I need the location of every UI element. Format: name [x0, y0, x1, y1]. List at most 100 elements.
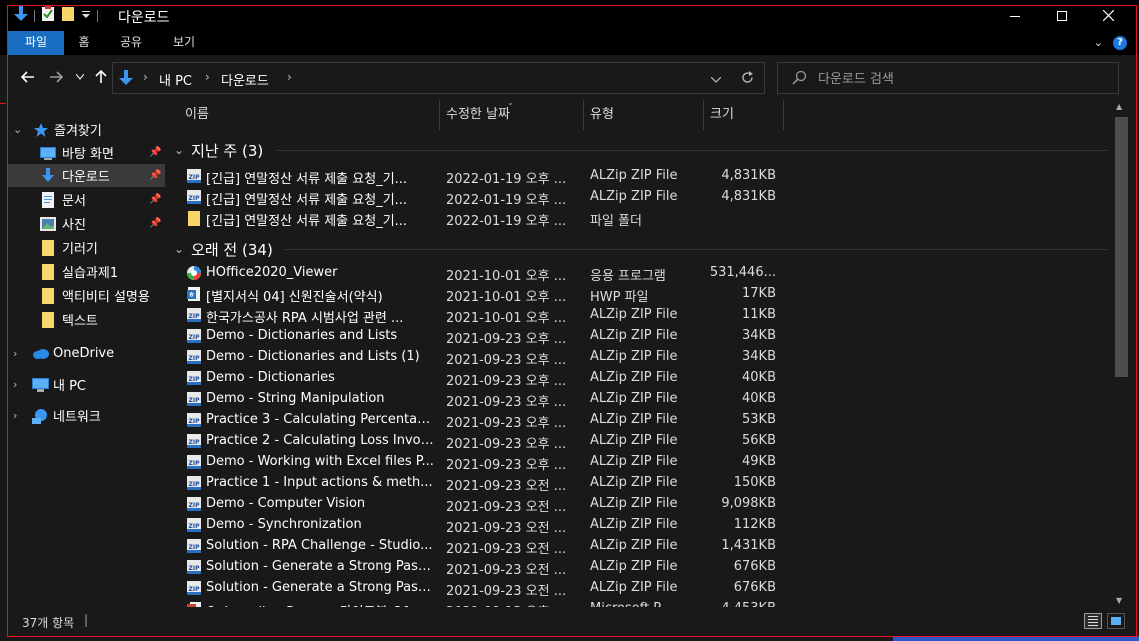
- table-row[interactable]: ZIP Demo - Dictionaries 2021-09-23 오후 ... A…: [186, 368, 786, 389]
- sidebar-item-folder[interactable]: 실습과제1: [8, 260, 165, 283]
- table-row[interactable]: ZIP Demo - String Manipulation 2021-09-23 …: [186, 389, 786, 410]
- large-icons-view-button[interactable]: [1107, 613, 1125, 629]
- expand-chevron-icon[interactable]: ›: [13, 347, 17, 360]
- properties-icon[interactable]: [41, 6, 55, 26]
- customize-toolbar-icon[interactable]: [81, 9, 91, 24]
- zip-file-icon: ZIP: [186, 580, 202, 596]
- pin-icon[interactable]: 📌: [149, 147, 161, 158]
- column-header-type[interactable]: 유형: [590, 100, 614, 130]
- table-row[interactable]: [긴급] 연말정산 서류 제출 요청_기... 2022-01-19 오후 ...…: [186, 208, 786, 229]
- column-header-size[interactable]: 크기: [710, 100, 734, 130]
- table-row[interactable]: ZIP [긴급] 연말정산 서류 제출 요청_기... 2022-01-19 오후 …: [186, 187, 786, 208]
- table-row[interactable]: ZIP Practice 1 - Input actions & meth... 2…: [186, 473, 786, 494]
- svg-text:ㅎ: ㅎ: [188, 291, 194, 299]
- recent-locations-icon[interactable]: [70, 67, 90, 87]
- sidebar-item-quick-access[interactable]: ⌄ 즐겨찾기: [8, 118, 165, 141]
- scroll-down-icon[interactable]: ▼: [1116, 596, 1122, 605]
- sidebar-item-network[interactable]: › 네트워크: [8, 404, 165, 427]
- table-row[interactable]: ZIP 한국가스공사 RPA 시범사업 관련 ... 2021-10-01 오후 .…: [186, 305, 786, 326]
- sidebar-item-onedrive[interactable]: › OneDrive: [8, 342, 165, 365]
- search-input[interactable]: [818, 69, 1108, 89]
- breadcrumb-chevron-icon[interactable]: ›: [205, 70, 210, 84]
- group-collapse-icon[interactable]: ⌄: [174, 143, 184, 157]
- tab-home[interactable]: 홈: [68, 31, 100, 55]
- new-folder-icon[interactable]: [61, 6, 75, 26]
- expand-chevron-icon[interactable]: ›: [13, 378, 17, 391]
- table-row[interactable]: ZIP Demo - Working with Excel files P... 2…: [186, 452, 786, 473]
- address-dropdown-icon[interactable]: [710, 73, 722, 88]
- group-header[interactable]: ⌄ 오래 전 (34): [174, 237, 273, 261]
- scroll-up-icon[interactable]: ▲: [1116, 102, 1122, 111]
- table-row[interactable]: ZIP Demo - Computer Vision 2021-09-23 오전 .…: [186, 494, 786, 515]
- up-button[interactable]: [91, 67, 111, 87]
- table-row[interactable]: POnboarding Process 가이드북_20...2021-09-13…: [186, 599, 786, 607]
- details-view-button[interactable]: [1084, 613, 1102, 629]
- expand-chevron-icon[interactable]: ›: [13, 409, 17, 422]
- pin-icon[interactable]: 📌: [149, 218, 161, 229]
- scrollbar-thumb[interactable]: [1115, 117, 1128, 377]
- file-type: ALZip ZIP File: [590, 328, 678, 343]
- expand-ribbon-icon[interactable]: ⌄: [1094, 36, 1103, 49]
- search-box[interactable]: [777, 62, 1119, 94]
- table-row[interactable]: ㅎ [별지서식 04] 신원진술서(약식) 2021-10-01 오후 ... HWP…: [186, 284, 786, 305]
- sidebar-item-pictures[interactable]: 사진 📌: [8, 212, 165, 235]
- tab-file[interactable]: 파일: [8, 31, 64, 55]
- table-row[interactable]: ZIP [긴급] 연말정산 서류 제출 요청_기... 2022-01-19 오후 …: [186, 166, 786, 187]
- table-row[interactable]: ZIP Solution - RPA Challenge - Studio... 2…: [186, 536, 786, 557]
- table-row[interactable]: ZIP Practice 3 - Calculating Percentag...…: [186, 410, 786, 431]
- column-divider[interactable]: [703, 100, 704, 130]
- file-type: ALZip ZIP File: [590, 391, 678, 406]
- back-button[interactable]: [18, 67, 38, 87]
- file-type: ALZip ZIP File: [590, 168, 678, 183]
- breadcrumb-chevron-icon[interactable]: ›: [143, 70, 148, 84]
- zip-file-icon: ZIP: [186, 475, 202, 491]
- refresh-icon[interactable]: [741, 71, 754, 88]
- tab-view[interactable]: 보기: [166, 31, 202, 55]
- maximize-button[interactable]: [1039, 0, 1085, 31]
- column-divider[interactable]: [583, 100, 584, 130]
- table-row[interactable]: ZIP Demo - Synchronization 2021-09-23 오전 .…: [186, 515, 786, 536]
- zip-file-icon: ZIP: [186, 496, 202, 512]
- file-size: 53KB: [742, 412, 776, 427]
- collapse-chevron-icon[interactable]: ⌄: [13, 123, 22, 136]
- sidebar-item-label: 실습과제1: [62, 266, 119, 281]
- breadcrumb-downloads[interactable]: 다운로드: [221, 70, 269, 89]
- sidebar-item-label: 사진: [62, 218, 86, 233]
- file-name: Demo - Dictionaries and Lists (1): [206, 349, 420, 364]
- column-divider[interactable]: [439, 100, 440, 130]
- column-header-name[interactable]: 이름: [185, 100, 209, 130]
- table-row[interactable]: ZIP Solution - Generate a Strong Pass... 2…: [186, 578, 786, 599]
- sidebar-item-folder[interactable]: 기러기: [8, 236, 165, 259]
- file-type: ALZip ZIP File: [590, 349, 678, 364]
- minimize-button[interactable]: [992, 0, 1038, 31]
- table-row[interactable]: HOffice2020_Viewer 2021-10-01 오후 ... 응용 프로…: [186, 263, 786, 284]
- svg-text:ZIP: ZIP: [189, 544, 201, 551]
- sidebar-item-this-pc[interactable]: › 내 PC: [8, 373, 165, 396]
- sidebar-item-documents[interactable]: 문서 📌: [8, 188, 165, 211]
- column-divider[interactable]: [783, 100, 784, 130]
- breadcrumb-this-pc[interactable]: 내 PC: [159, 70, 192, 89]
- sidebar-item-folder[interactable]: 액티비티 설명용: [8, 284, 165, 307]
- sidebar-item-label: 즐겨찾기: [54, 124, 102, 139]
- pin-icon[interactable]: 📌: [149, 170, 161, 181]
- group-collapse-icon[interactable]: ⌄: [174, 242, 184, 256]
- breadcrumb-chevron-icon[interactable]: ›: [287, 70, 292, 84]
- close-button[interactable]: [1085, 0, 1131, 31]
- sidebar-item-desktop[interactable]: 바탕 화면 📌: [8, 141, 165, 164]
- address-bar[interactable]: › 내 PC › 다운로드 ›: [112, 62, 765, 94]
- table-row[interactable]: ZIP Demo - Dictionaries and Lists 2021-09-…: [186, 326, 786, 347]
- file-name: Demo - Synchronization: [206, 517, 362, 532]
- table-row[interactable]: ZIP Practice 2 - Calculating Loss Invoi..…: [186, 431, 786, 452]
- sidebar-item-folder[interactable]: 텍스트: [8, 308, 165, 331]
- sidebar-item-downloads[interactable]: 다운로드 📌: [8, 164, 165, 187]
- column-header-date[interactable]: 수정한 날짜: [446, 100, 510, 130]
- pin-icon[interactable]: 📌: [149, 194, 161, 205]
- table-row[interactable]: ZIP Solution - Generate a Strong Pass... 2…: [186, 557, 786, 578]
- file-type: ALZip ZIP File: [590, 189, 678, 204]
- forward-button[interactable]: [46, 67, 66, 87]
- table-row[interactable]: ZIP Demo - Dictionaries and Lists (1) 2021…: [186, 347, 786, 368]
- group-header[interactable]: ⌄ 지난 주 (3): [174, 138, 263, 162]
- help-icon[interactable]: ?: [1113, 36, 1127, 50]
- tab-share[interactable]: 공유: [112, 31, 150, 55]
- vertical-scrollbar[interactable]: ▲ ▼: [1112, 100, 1130, 607]
